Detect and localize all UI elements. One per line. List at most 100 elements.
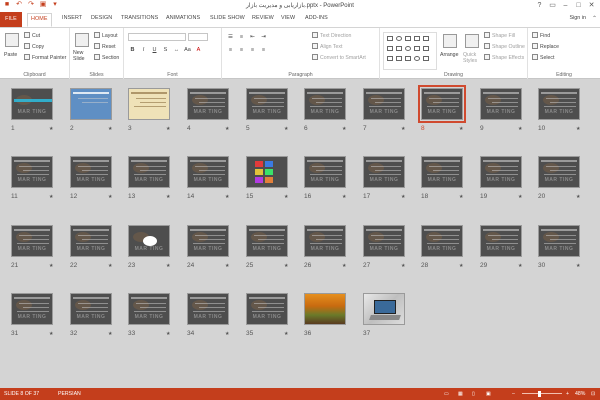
font-name-combo[interactable] — [128, 33, 186, 41]
decrease-indent-icon[interactable]: ⇤ — [249, 34, 256, 40]
slide-thumbnail[interactable] — [128, 88, 170, 120]
change-case-icon[interactable]: Aa — [184, 47, 191, 53]
shape-effects-button[interactable]: Shape Effects — [484, 54, 524, 61]
zoom-slider-knob[interactable] — [538, 391, 541, 397]
transition-star-icon[interactable]: ★ — [401, 126, 405, 132]
transition-star-icon[interactable]: ★ — [166, 331, 170, 337]
slide-thumbnail[interactable]: MAR TING — [128, 156, 170, 188]
new-slide-button[interactable]: New Slide — [73, 50, 93, 62]
slide-thumbnail[interactable] — [70, 88, 112, 120]
tab-view[interactable]: VIEW — [281, 15, 295, 21]
font-color-icon[interactable]: A — [195, 47, 202, 53]
slide-thumbnail[interactable]: MAR TING — [421, 225, 463, 257]
transition-star-icon[interactable]: ★ — [225, 263, 229, 269]
slide-thumbnail[interactable] — [246, 156, 288, 188]
transition-star-icon[interactable]: ★ — [108, 263, 112, 269]
slide-thumbnail[interactable]: MAR TING — [187, 293, 229, 325]
tab-file[interactable]: FILE — [0, 12, 22, 27]
reset-button[interactable]: Reset — [94, 43, 116, 50]
slide-thumbnail[interactable]: MAR TING — [304, 156, 346, 188]
slide-thumbnail[interactable]: MAR TING — [128, 225, 170, 257]
transition-star-icon[interactable]: ★ — [459, 126, 463, 132]
tab-design[interactable]: DESIGN — [91, 15, 112, 21]
zoom-out-icon[interactable]: – — [512, 391, 515, 397]
tab-slide-show[interactable]: SLIDE SHOW — [210, 15, 245, 21]
slide-thumbnail[interactable]: MAR TING — [187, 225, 229, 257]
transition-star-icon[interactable]: ★ — [108, 331, 112, 337]
paste-button[interactable]: Paste — [4, 52, 17, 58]
restore-ribbon-icon[interactable]: ▭ — [546, 0, 559, 11]
slide-thumbnail[interactable]: MAR TING — [70, 225, 112, 257]
transition-star-icon[interactable]: ★ — [342, 194, 346, 200]
slide-thumbnail[interactable]: MAR TING — [363, 88, 405, 120]
copy-button[interactable]: Copy — [24, 43, 44, 50]
slide-thumbnail[interactable]: MAR TING — [363, 156, 405, 188]
select-button[interactable]: Select — [532, 54, 554, 61]
transition-star-icon[interactable]: ★ — [49, 194, 53, 200]
slide-thumbnail[interactable]: MAR TING — [538, 88, 580, 120]
transition-star-icon[interactable]: ★ — [225, 331, 229, 337]
slide-thumbnail[interactable]: MAR TING — [246, 225, 288, 257]
sign-in-link[interactable]: Sign in — [570, 15, 586, 21]
slide-thumbnail[interactable]: MAR TING — [187, 156, 229, 188]
slide-thumbnail[interactable]: MAR TING — [246, 88, 288, 120]
slide-thumbnail[interactable]: MAR TING — [187, 88, 229, 120]
slide-thumbnail[interactable]: MAR TING — [128, 293, 170, 325]
layout-button[interactable]: Layout — [94, 32, 118, 39]
transition-star-icon[interactable]: ★ — [284, 126, 288, 132]
slideshow-icon[interactable]: ▣ — [486, 391, 491, 397]
replace-button[interactable]: Replace — [532, 43, 559, 50]
transition-star-icon[interactable]: ★ — [284, 331, 288, 337]
bullets-icon[interactable]: ☰ — [227, 34, 234, 40]
transition-star-icon[interactable]: ★ — [576, 263, 580, 269]
shape-outline-button[interactable]: Shape Outline — [484, 43, 525, 50]
slide-thumbnail[interactable]: MAR TING — [11, 156, 53, 188]
transition-star-icon[interactable]: ★ — [401, 263, 405, 269]
slide-thumbnail[interactable] — [304, 293, 346, 325]
language-indicator[interactable]: PERSIAN — [58, 391, 81, 397]
bold-icon[interactable]: B — [129, 47, 136, 53]
align-text-button[interactable]: Align Text — [312, 43, 342, 50]
increase-indent-icon[interactable]: ⇥ — [260, 34, 267, 40]
shape-fill-button[interactable]: Shape Fill — [484, 32, 515, 39]
transition-star-icon[interactable]: ★ — [576, 126, 580, 132]
slide-thumbnail[interactable]: MAR TING — [538, 156, 580, 188]
transition-star-icon[interactable]: ★ — [108, 194, 112, 200]
transition-star-icon[interactable]: ★ — [225, 126, 229, 132]
tab-insert[interactable]: INSERT — [62, 15, 82, 21]
find-button[interactable]: Find — [532, 32, 550, 39]
zoom-slider[interactable] — [522, 393, 562, 394]
numbering-icon[interactable]: ≡ — [238, 34, 245, 40]
align-left-icon[interactable]: ≡ — [227, 47, 234, 53]
slide-thumbnail[interactable]: MAR TING — [70, 293, 112, 325]
transition-star-icon[interactable]: ★ — [166, 194, 170, 200]
font-size-combo[interactable] — [188, 33, 208, 41]
slide-thumbnail[interactable]: MAR TING — [480, 156, 522, 188]
slide-sorter-icon[interactable]: ▦ — [458, 391, 463, 397]
slide-thumbnail[interactable]: MAR TING — [304, 225, 346, 257]
transition-star-icon[interactable]: ★ — [284, 194, 288, 200]
collapse-ribbon-icon[interactable]: ⌃ — [592, 15, 597, 22]
transition-star-icon[interactable]: ★ — [518, 263, 522, 269]
transition-star-icon[interactable]: ★ — [225, 194, 229, 200]
close-icon[interactable]: ✕ — [585, 0, 598, 11]
transition-star-icon[interactable]: ★ — [49, 126, 53, 132]
justify-icon[interactable]: ≡ — [260, 47, 267, 53]
tab-animations[interactable]: ANIMATIONS — [166, 15, 200, 21]
slide-thumbnail[interactable]: MAR TING — [538, 225, 580, 257]
zoom-in-icon[interactable]: + — [566, 391, 569, 397]
transition-star-icon[interactable]: ★ — [284, 263, 288, 269]
slide-thumbnail[interactable]: MAR TING — [11, 293, 53, 325]
transition-star-icon[interactable]: ★ — [576, 194, 580, 200]
transition-star-icon[interactable]: ★ — [518, 194, 522, 200]
reading-view-icon[interactable]: ▯ — [472, 391, 475, 397]
transition-star-icon[interactable]: ★ — [518, 126, 522, 132]
text-direction-button[interactable]: Text Direction — [312, 32, 351, 39]
transition-star-icon[interactable]: ★ — [342, 263, 346, 269]
normal-view-icon[interactable]: ▭ — [444, 391, 449, 397]
slide-thumbnail[interactable]: MAR TING — [70, 156, 112, 188]
convert-smartart-button[interactable]: Convert to SmartArt — [312, 54, 366, 61]
maximize-icon[interactable]: □ — [572, 0, 585, 11]
fit-slide-icon[interactable]: ⊡ — [591, 391, 595, 397]
minimize-icon[interactable]: – — [559, 0, 572, 11]
